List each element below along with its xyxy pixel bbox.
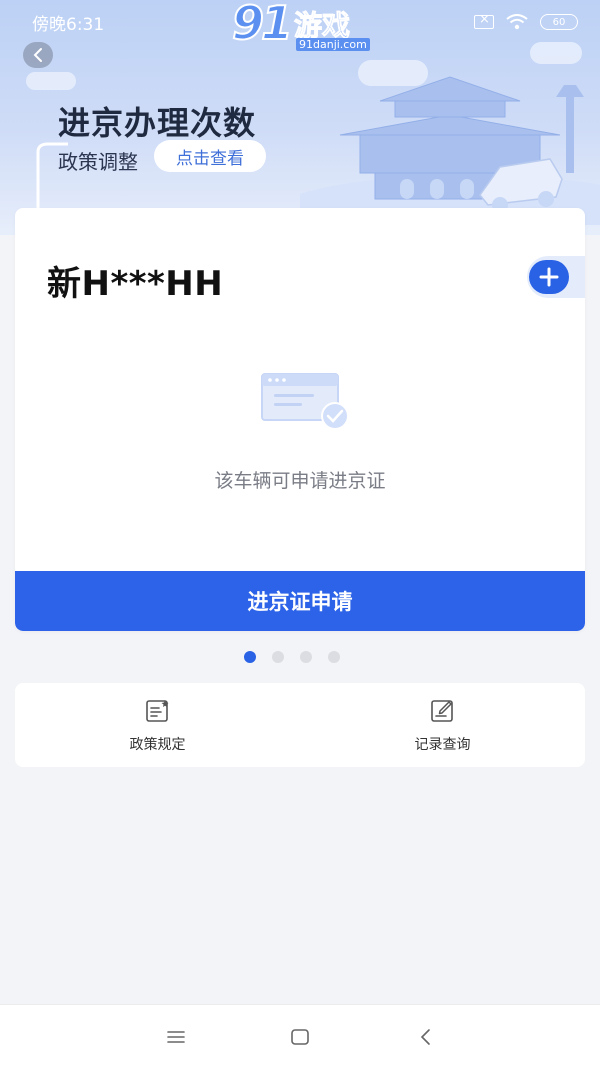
menu-icon [167,1031,185,1043]
quick-links-panel: 政策规定 记录查询 [15,683,585,767]
menu-button[interactable] [164,1025,188,1049]
vehicle-status-text: 该车辆可申请进京证 [214,470,386,492]
home-button[interactable] [288,1025,312,1049]
banner-title: 进京办理次数 [58,104,257,142]
chevron-left-icon [420,1029,430,1045]
license-plate: 新H***HH [47,264,224,304]
back-arrow-icon [33,48,42,62]
document-check-icon [261,373,349,430]
page-dot-active[interactable] [244,651,256,663]
status-time: 傍晚6:31 [32,14,105,35]
header-banner: 傍晚6:31 60 91 游戏 91danji.com 进京办理次数 政策调整 [0,0,600,235]
system-nav-bar [0,1004,600,1067]
status-icons: 60 [474,12,578,30]
page-dot[interactable] [272,651,284,663]
vehicle-card: 新H***HH 该车辆可申请进京证 进京证申请 [15,208,585,631]
add-vehicle-button[interactable] [529,260,569,294]
wifi-icon [506,14,528,30]
page-indicator [244,651,340,663]
back-nav-button[interactable] [414,1025,438,1049]
view-details-button[interactable]: 点击查看 [154,140,266,172]
banner-subtitle: 政策调整 [58,150,138,174]
app-screen: 傍晚6:31 60 91 游戏 91danji.com 进京办理次数 政策调整 [0,0,600,1067]
no-sim-icon [474,12,494,29]
policy-link[interactable]: 政策规定 [15,683,300,767]
record-edit-icon [431,700,453,722]
battery-icon: 60 [540,14,578,30]
page-dot[interactable] [328,651,340,663]
back-button[interactable] [23,42,53,68]
record-link-label: 记录查询 [414,737,471,753]
cloud-decoration [26,72,76,90]
watermark-number: 91 [231,0,294,51]
apply-permit-button[interactable]: 进京证申请 [15,571,585,631]
policy-link-label: 政策规定 [129,737,186,753]
record-link[interactable]: 记录查询 [300,683,585,767]
plus-icon [539,267,559,287]
watermark-url: 91danji.com [296,38,370,51]
page-dot[interactable] [300,651,312,663]
tiananmen-illustration [300,76,600,225]
policy-doc-icon [146,700,169,722]
home-square-icon [291,1029,309,1045]
watermark-logo: 91 游戏 91danji.com [231,0,372,56]
